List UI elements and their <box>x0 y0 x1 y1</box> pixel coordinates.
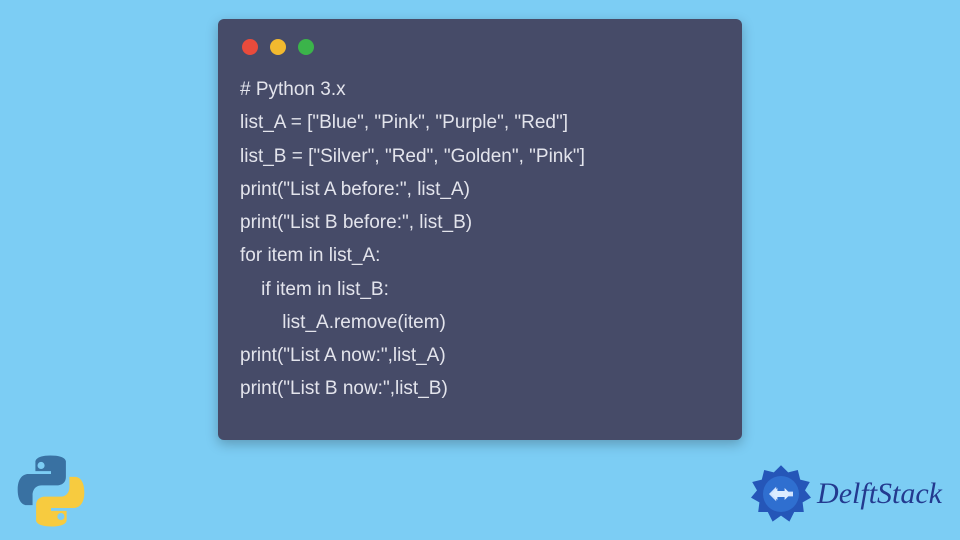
brand-badge: DelftStack <box>751 464 942 524</box>
close-icon <box>242 39 258 55</box>
brand-logo-icon <box>751 464 811 524</box>
brand-name: DelftStack <box>817 477 942 511</box>
window-traffic-lights <box>240 39 720 55</box>
minimize-icon <box>270 39 286 55</box>
code-window: # Python 3.x list_A = ["Blue", "Pink", "… <box>218 19 742 440</box>
code-block: # Python 3.x list_A = ["Blue", "Pink", "… <box>240 73 720 406</box>
python-logo-icon <box>12 452 90 530</box>
maximize-icon <box>298 39 314 55</box>
